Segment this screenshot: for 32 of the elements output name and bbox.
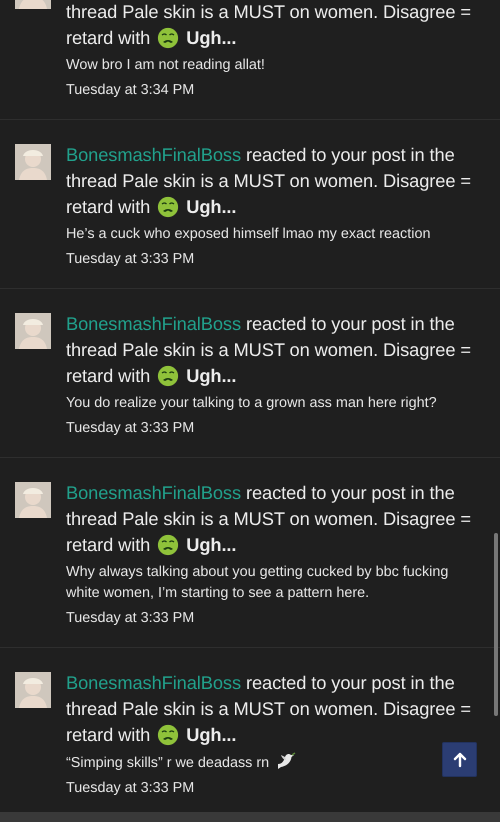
dove-icon [276, 752, 296, 770]
timestamp: Tuesday at 3:34 PM [66, 81, 196, 100]
timestamp: Tuesday at 3:33 PM [66, 609, 196, 628]
message-snippet: “Simping skills” r we deadass rn [66, 752, 296, 774]
notification-text: thread Pale skin is a MUST on women. Disagree = retard with Ugh... [66, 0, 472, 51]
sick-face-icon [157, 196, 180, 218]
message-snippet: He’s a cuck who exposed himself lmao my exact reaction [66, 225, 430, 244]
avatar[interactable] [15, 144, 51, 180]
timestamp: Tuesday at 3:33 PM [66, 250, 196, 269]
timestamp: Tuesday at 3:33 PM [66, 419, 196, 438]
user-link[interactable]: BonesmashFinalBoss [66, 482, 242, 503]
notification-text[interactable]: BonesmashFinalBoss reacted to your post in the thread Pale skin is a MUST on women. Disagree = retard with Ugh... [66, 142, 480, 220]
sick-face-icon [157, 27, 180, 49]
user-link[interactable]: BonesmashFinalBoss [66, 144, 242, 165]
avatar[interactable] [15, 482, 51, 518]
scroll-to-top-button[interactable] [442, 742, 477, 777]
arrow-up-icon [452, 752, 468, 768]
sick-face-icon [157, 534, 180, 556]
sick-face-icon [157, 365, 180, 387]
avatar[interactable] [15, 313, 51, 349]
user-link[interactable]: BonesmashFinalBoss [66, 313, 242, 334]
timestamp: Tuesday at 3:33 PM [66, 779, 196, 798]
notification-text[interactable]: BonesmashFinalBoss reacted to your post in the thread Pale skin is a MUST on women. Disagree = retard with Ugh... [66, 480, 480, 558]
user-link[interactable]: BonesmashFinalBoss [66, 672, 242, 693]
avatar[interactable] [15, 672, 51, 708]
message-snippet: Wow bro I am not reading allat! [66, 56, 265, 75]
sick-face-icon [157, 724, 180, 746]
message-snippet: You do realize your talking to a grown ass man here right? [66, 394, 437, 413]
notification-text[interactable]: BonesmashFinalBoss reacted to your post in the thread Pale skin is a MUST on women. Disagree = retard with Ugh... [66, 670, 480, 748]
message-snippet: Why always talking about you getting cucked by bbc fucking white women, I’m starting to see a pattern here. [66, 563, 450, 603]
scrollbar[interactable] [494, 533, 498, 716]
notification-text[interactable]: BonesmashFinalBoss reacted to your post in the thread Pale skin is a MUST on women. Disagree = retard with Ugh... [66, 311, 480, 389]
